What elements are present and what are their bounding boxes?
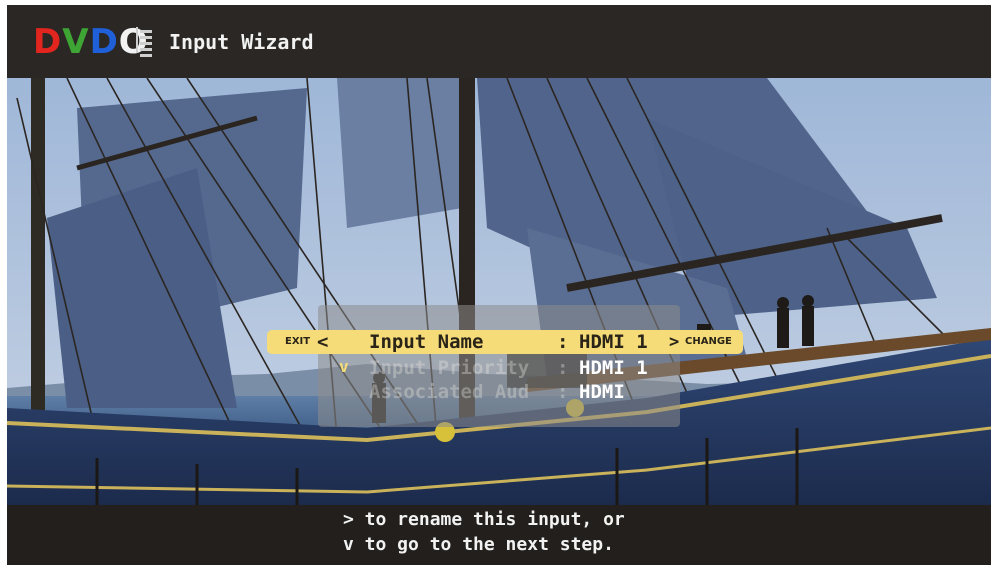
right-arrow-icon[interactable]: > bbox=[669, 330, 679, 354]
menu-row-value: HDMI 1 bbox=[579, 357, 648, 379]
logo-letter-v: V bbox=[62, 22, 90, 62]
left-arrow-icon[interactable]: < bbox=[317, 330, 328, 354]
down-arrow-icon[interactable]: v bbox=[339, 357, 349, 376]
video-background: EXIT < Input Name : HDMI 1 > CHANGE v In… bbox=[7, 78, 991, 505]
logo-letter-d: D bbox=[33, 22, 63, 62]
change-label: CHANGE bbox=[685, 336, 732, 347]
menu-row-input-name[interactable]: EXIT < Input Name : HDMI 1 > CHANGE bbox=[267, 330, 743, 354]
instruction-footer: > to rename this input, or v to go to th… bbox=[7, 505, 991, 565]
instruction-line-1: > to rename this input, or bbox=[343, 509, 625, 530]
page-title: Input Wizard bbox=[169, 30, 314, 54]
menu-row-label: Input Name bbox=[369, 331, 484, 353]
menu-row-label: Associated Aud bbox=[369, 381, 530, 403]
dvdo-logo: DVDO bbox=[33, 23, 149, 61]
menu-row-colon: : bbox=[557, 357, 569, 379]
exit-label: EXIT bbox=[285, 336, 311, 347]
menu-row-label: Input Priority bbox=[369, 357, 530, 379]
menu-row-value: HDMI bbox=[579, 381, 625, 403]
menu-row-colon: : bbox=[557, 381, 569, 403]
menu-row-associated-audio[interactable]: Associated Aud : HDMI bbox=[267, 380, 625, 404]
logo-mark-icon bbox=[136, 27, 152, 57]
instruction-line-2: v to go to the next step. bbox=[343, 534, 614, 555]
menu-row-colon: : bbox=[557, 331, 569, 353]
menu-row-value: HDMI 1 bbox=[579, 331, 648, 353]
ship-image bbox=[7, 78, 991, 505]
tv-screen: DVDO Input Wizard EXIT < Input Name: HD… bbox=[7, 5, 991, 565]
header-bar: DVDO Input Wizard bbox=[7, 5, 991, 78]
logo-letter-d2: D bbox=[89, 22, 119, 62]
menu-row-input-priority[interactable]: Input Priority : HDMI 1 bbox=[267, 356, 648, 380]
